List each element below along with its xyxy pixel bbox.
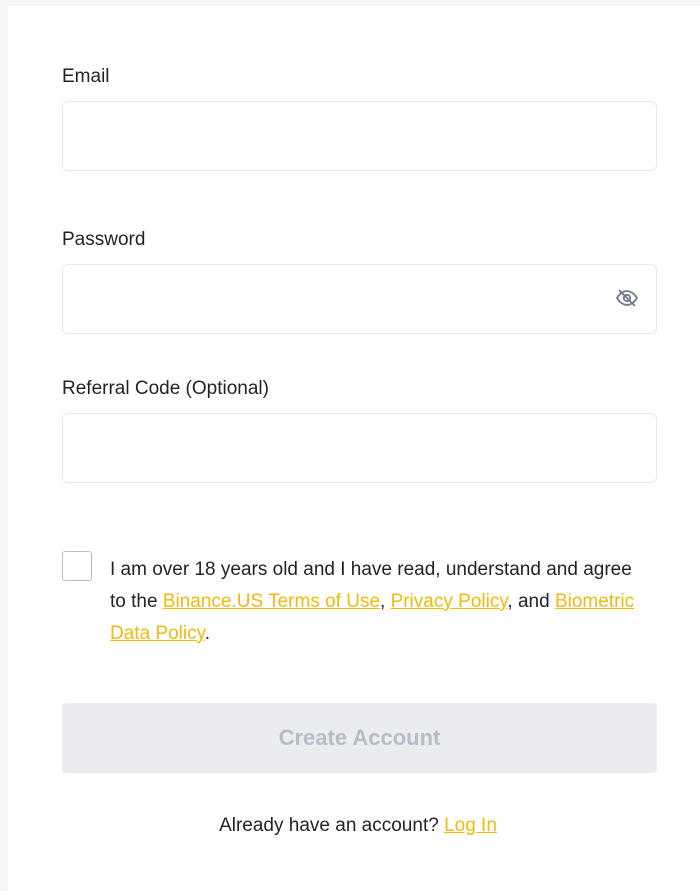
eye-slash-icon[interactable] xyxy=(614,287,640,309)
password-field[interactable] xyxy=(62,264,657,334)
referral-label: Referral Code (Optional) xyxy=(62,378,269,399)
login-prompt-text: Already have an account? xyxy=(219,815,445,836)
email-label: Email xyxy=(62,66,110,87)
email-field[interactable] xyxy=(62,101,657,171)
privacy-policy-link[interactable]: Privacy Policy xyxy=(391,591,508,612)
agreement-end: . xyxy=(204,623,210,644)
agreement-separator-1: , xyxy=(380,591,391,612)
agreement-separator-2: , and xyxy=(507,591,555,612)
login-prompt: Already have an account? Log In xyxy=(0,815,700,837)
create-account-button[interactable]: Create Account xyxy=(62,703,657,773)
terms-of-use-link[interactable]: Binance.US Terms of Use xyxy=(163,591,380,612)
agreement-text: I am over 18 years old and I have read, … xyxy=(110,554,640,650)
log-in-link[interactable]: Log In xyxy=(444,815,497,836)
agree-checkbox[interactable] xyxy=(62,551,92,581)
password-label: Password xyxy=(62,229,146,250)
referral-code-field[interactable] xyxy=(62,413,657,483)
